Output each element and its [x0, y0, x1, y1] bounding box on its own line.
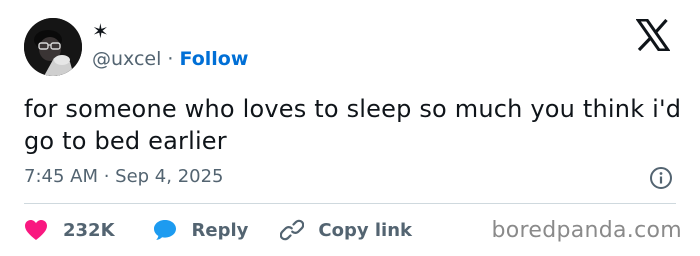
reply-button[interactable]: Reply: [153, 219, 249, 241]
handle-row: @uxcel · Follow: [92, 48, 248, 70]
reply-label: Reply: [191, 219, 249, 241]
copy-link-button[interactable]: Copy link: [280, 218, 412, 242]
heart-icon: [25, 220, 47, 240]
divider: [24, 203, 676, 204]
tweet-timestamp[interactable]: 7:45 AM · Sep 4, 2025: [24, 166, 224, 188]
link-icon: [280, 219, 305, 241]
x-logo-icon[interactable]: [636, 19, 670, 51]
info-icon[interactable]: [649, 166, 673, 190]
tweet-card: ✶ @uxcel · Follow for someone who loves …: [0, 0, 700, 256]
speech-bubble-icon: [153, 220, 176, 240]
user-handle[interactable]: @uxcel: [92, 48, 161, 70]
tweet-text: for someone who loves to sleep so much y…: [24, 95, 682, 155]
like-button[interactable]: 232K: [24, 219, 115, 241]
avatar[interactable]: [24, 18, 82, 76]
copy-link-label: Copy link: [318, 219, 412, 241]
display-name[interactable]: ✶: [92, 20, 109, 42]
watermark: boredpanda.com: [491, 218, 682, 243]
handle-separator: ·: [167, 48, 174, 70]
action-bar: 232K Reply Copy link: [24, 216, 412, 244]
follow-button[interactable]: Follow: [180, 48, 249, 70]
avatar-image: [24, 18, 82, 76]
like-count: 232K: [63, 219, 115, 241]
